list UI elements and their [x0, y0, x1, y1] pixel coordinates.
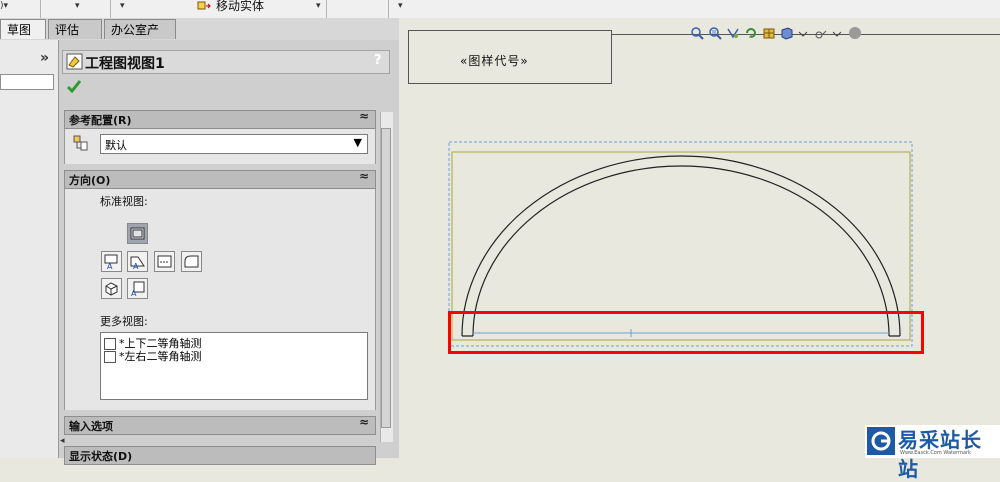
drawing-view-geometry[interactable]: [0, 0, 1000, 458]
arch-outer-edge: [461, 155, 901, 337]
highlight-annotation-box: [448, 311, 924, 354]
watermark-subtext: Www.Easck.Com Watermark: [900, 450, 971, 456]
watermark-logo-icon: [867, 427, 895, 455]
